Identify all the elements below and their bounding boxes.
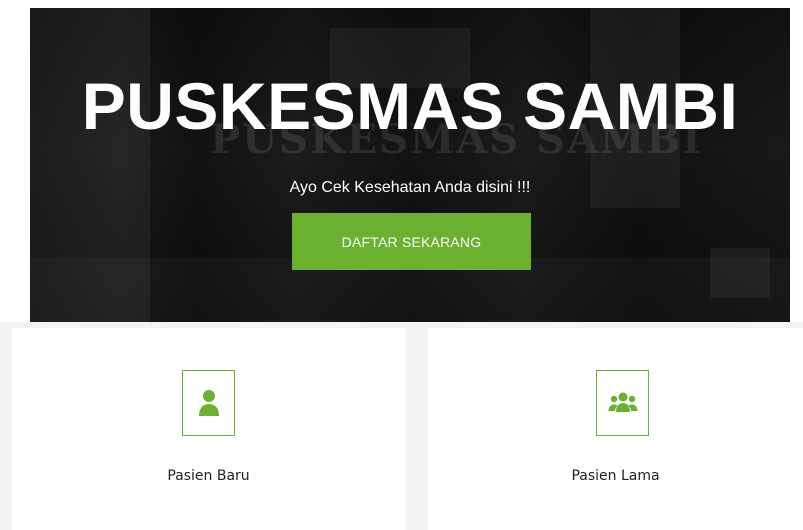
existing-patient-card[interactable]: Pasien Lama <box>428 328 803 530</box>
hero-background-image <box>30 8 790 322</box>
new-patient-label: Pasien Baru <box>167 468 250 484</box>
user-icon <box>198 390 219 416</box>
hero-banner: PUSKESMAS SAMBI PUSKESMAS SAMBI Ayo Cek … <box>30 8 790 322</box>
hero-title: PUSKESMAS SAMBI <box>81 69 739 143</box>
new-patient-icon-box <box>182 370 235 436</box>
page: PUSKESMAS SAMBI PUSKESMAS SAMBI Ayo Cek … <box>0 0 803 530</box>
users-icon <box>608 392 637 412</box>
patient-type-section: Pasien Baru Pasien Lama <box>0 322 803 530</box>
existing-patient-icon-box <box>596 370 649 436</box>
register-now-button[interactable]: DAFTAR SEKARANG <box>292 213 531 270</box>
existing-patient-label: Pasien Lama <box>571 468 660 484</box>
hero-subtitle: Ayo Cek Kesehatan Anda disini !!! <box>289 179 531 196</box>
new-patient-card[interactable]: Pasien Baru <box>12 328 405 530</box>
